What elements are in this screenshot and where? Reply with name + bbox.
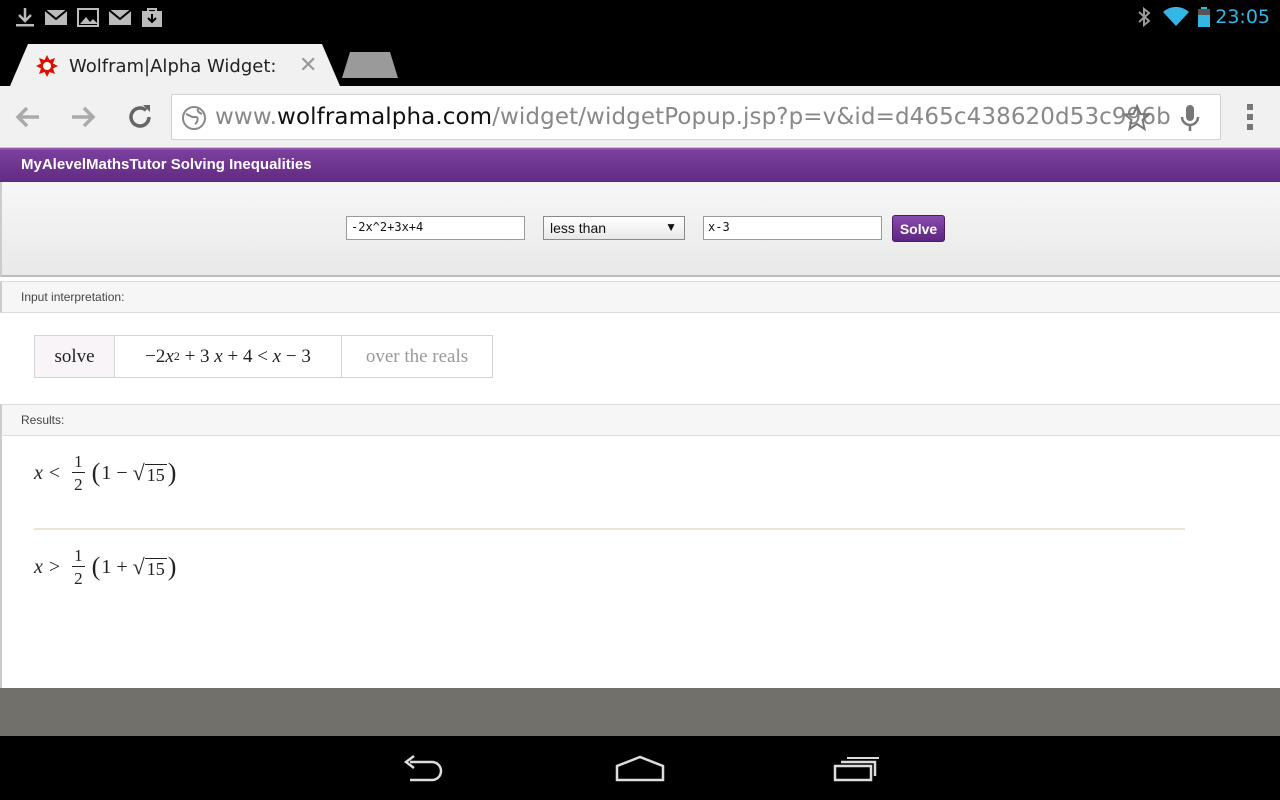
bluetooth-icon xyxy=(1138,6,1151,28)
interp-expression: −2 x2 + 3 x + 4 < x − 3 xyxy=(115,336,342,377)
fraction-denominator: 2 xyxy=(74,475,83,494)
back-nav-icon xyxy=(403,755,443,782)
wifi-icon xyxy=(1163,6,1189,26)
results-header: Results: xyxy=(0,404,1280,436)
paren-open: ( xyxy=(91,552,101,581)
battery-icon xyxy=(1198,7,1210,27)
result-term: 1 − xyxy=(101,461,133,484)
right-expression-input[interactable]: x-3 xyxy=(703,216,882,240)
clock: 23:05 xyxy=(1215,6,1270,28)
solve-button[interactable]: Solve xyxy=(892,215,945,242)
gallery-icon xyxy=(77,8,99,27)
relation-select[interactable]: less than ▼ xyxy=(543,216,685,240)
back-button[interactable] xyxy=(11,100,45,134)
widget-footer xyxy=(0,688,1280,736)
expr-var: x xyxy=(214,345,223,367)
system-nav-bar xyxy=(0,736,1280,800)
bookmark-star-icon[interactable] xyxy=(1122,103,1152,133)
relation-select-value: less than xyxy=(550,220,607,236)
web-page: MyAlevelMathsTutor Solving Inequalities … xyxy=(0,148,1280,736)
interp-domain: over the reals xyxy=(365,345,469,367)
fraction-denominator: 2 xyxy=(74,569,83,588)
url-domain: wolframalpha.com xyxy=(277,104,493,130)
left-expression-input[interactable]: -2x^2+3x+4 xyxy=(346,216,525,240)
radical-sign-icon: √ xyxy=(132,460,145,485)
radicand: 15 xyxy=(144,558,167,579)
reload-button[interactable] xyxy=(123,100,157,134)
widget-title: MyAlevelMathsTutor Solving Inequalities xyxy=(21,156,312,173)
expr-var: x xyxy=(165,345,174,367)
radical-sign-icon: √ xyxy=(132,554,145,579)
tab-close-icon[interactable]: ✕ xyxy=(299,53,317,78)
fraction-numerator: 1 xyxy=(72,452,85,473)
download-icon xyxy=(16,8,34,27)
expr-part: + 3 xyxy=(179,345,215,367)
fraction-numerator: 1 xyxy=(72,546,85,567)
home-nav-icon xyxy=(615,755,665,782)
result-var: x xyxy=(34,461,43,484)
input-interpretation-header: Input interpretation: xyxy=(0,281,1280,313)
forward-arrow-icon xyxy=(72,106,96,128)
result-item-2: x > 1 2 ( 1 + √ 15 ) xyxy=(34,547,177,587)
fraction: 1 2 xyxy=(72,453,85,493)
back-arrow-icon xyxy=(15,106,39,128)
status-bar: 23:05 xyxy=(0,0,1280,36)
url-bar[interactable]: www.wolframalpha.com/widget/widgetPopup.… xyxy=(171,94,1221,140)
result-operator: < xyxy=(48,461,61,484)
result-var: x xyxy=(34,555,43,578)
url-prefix: www. xyxy=(215,104,278,130)
widget-header: MyAlevelMathsTutor Solving Inequalities xyxy=(0,148,1280,182)
store-download-icon xyxy=(142,8,162,27)
fraction: 1 2 xyxy=(72,547,85,587)
expr-part: −2 xyxy=(145,345,166,367)
overflow-menu-icon[interactable] xyxy=(1241,102,1261,132)
interp-verb: solve xyxy=(35,336,115,377)
input-interpretation-label: Input interpretation: xyxy=(21,290,125,304)
expr-part: + 4 < xyxy=(222,345,273,367)
radicand: 15 xyxy=(144,464,167,485)
square-root: √ 15 xyxy=(133,460,167,486)
square-root: √ 15 xyxy=(133,554,167,580)
home-nav-button[interactable] xyxy=(610,752,670,786)
result-operator: > xyxy=(48,555,61,578)
expr-part: − 3 xyxy=(281,345,311,367)
widget-form: -2x^2+3x+4 less than ▼ x-3 Solve xyxy=(0,182,1280,277)
tab-strip: Wolfram|Alpha Widget: ✕ xyxy=(0,36,1280,86)
result-item-1: x < 1 2 ( 1 − √ 15 ) xyxy=(34,453,177,493)
results-body xyxy=(0,436,1280,688)
back-nav-button[interactable] xyxy=(393,752,453,786)
reload-icon xyxy=(129,105,151,128)
paren-close: ) xyxy=(167,552,177,581)
gmail-icon xyxy=(44,9,68,25)
paren-close: ) xyxy=(167,458,177,487)
dropdown-arrow-icon: ▼ xyxy=(665,220,677,234)
interpretation-box: solve −2 x2 + 3 x + 4 < x − 3 over the r… xyxy=(34,335,493,378)
url-text[interactable]: www.wolframalpha.com/widget/widgetPopup.… xyxy=(215,104,1171,130)
results-label: Results: xyxy=(21,413,65,427)
recents-nav-button[interactable] xyxy=(827,752,887,786)
microphone-icon[interactable] xyxy=(1177,103,1203,133)
forward-button[interactable] xyxy=(66,100,100,134)
expr-var: x xyxy=(272,345,282,367)
browser-toolbar: www.wolframalpha.com/widget/widgetPopup.… xyxy=(0,86,1280,148)
new-tab-button[interactable] xyxy=(342,52,398,78)
paren-open: ( xyxy=(91,458,101,487)
tab-title: Wolfram|Alpha Widget: xyxy=(69,56,277,77)
recents-nav-icon xyxy=(833,757,879,782)
url-path: /widget/widgetPopup.jsp?p=v&id=d465c4386… xyxy=(492,104,1171,130)
globe-icon xyxy=(182,106,206,130)
gmail-icon xyxy=(108,9,132,25)
result-term: 1 + xyxy=(101,555,133,578)
wolfram-favicon-icon xyxy=(36,55,58,77)
result-divider xyxy=(34,528,1185,530)
